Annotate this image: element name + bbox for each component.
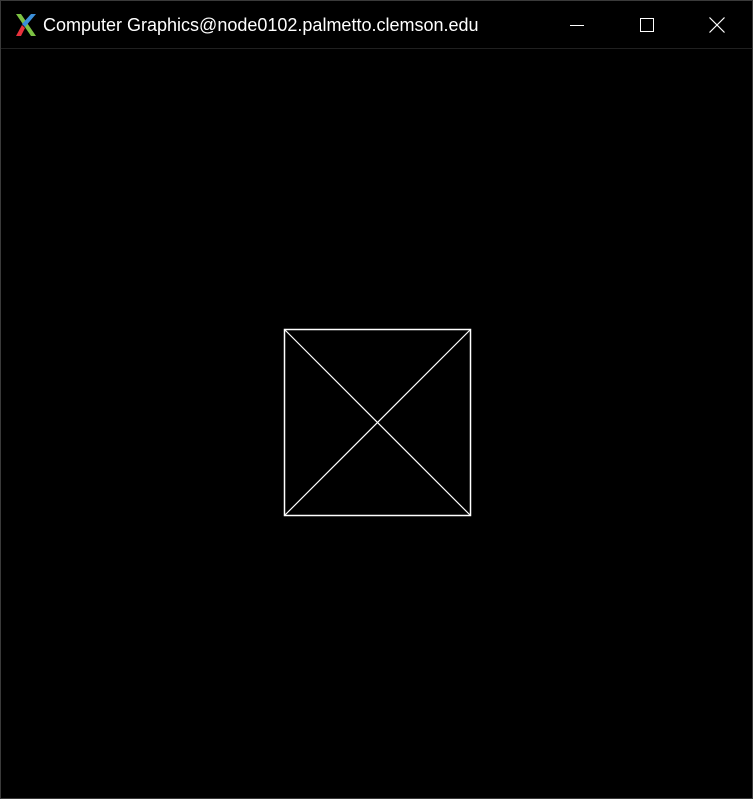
minimize-button[interactable] xyxy=(542,1,612,48)
close-button[interactable] xyxy=(682,1,752,48)
app-window: Computer Graphics@node0102.palmetto.clem… xyxy=(0,0,753,799)
maximize-icon xyxy=(640,17,654,32)
maximize-button[interactable] xyxy=(612,1,682,48)
window-title: Computer Graphics@node0102.palmetto.clem… xyxy=(43,15,479,35)
title-bar[interactable]: Computer Graphics@node0102.palmetto.clem… xyxy=(1,1,752,49)
scene-drawing xyxy=(283,328,472,517)
close-icon xyxy=(709,16,725,33)
x11-icon xyxy=(16,14,36,36)
graphics-canvas[interactable] xyxy=(1,49,752,798)
minimize-icon xyxy=(570,24,584,26)
